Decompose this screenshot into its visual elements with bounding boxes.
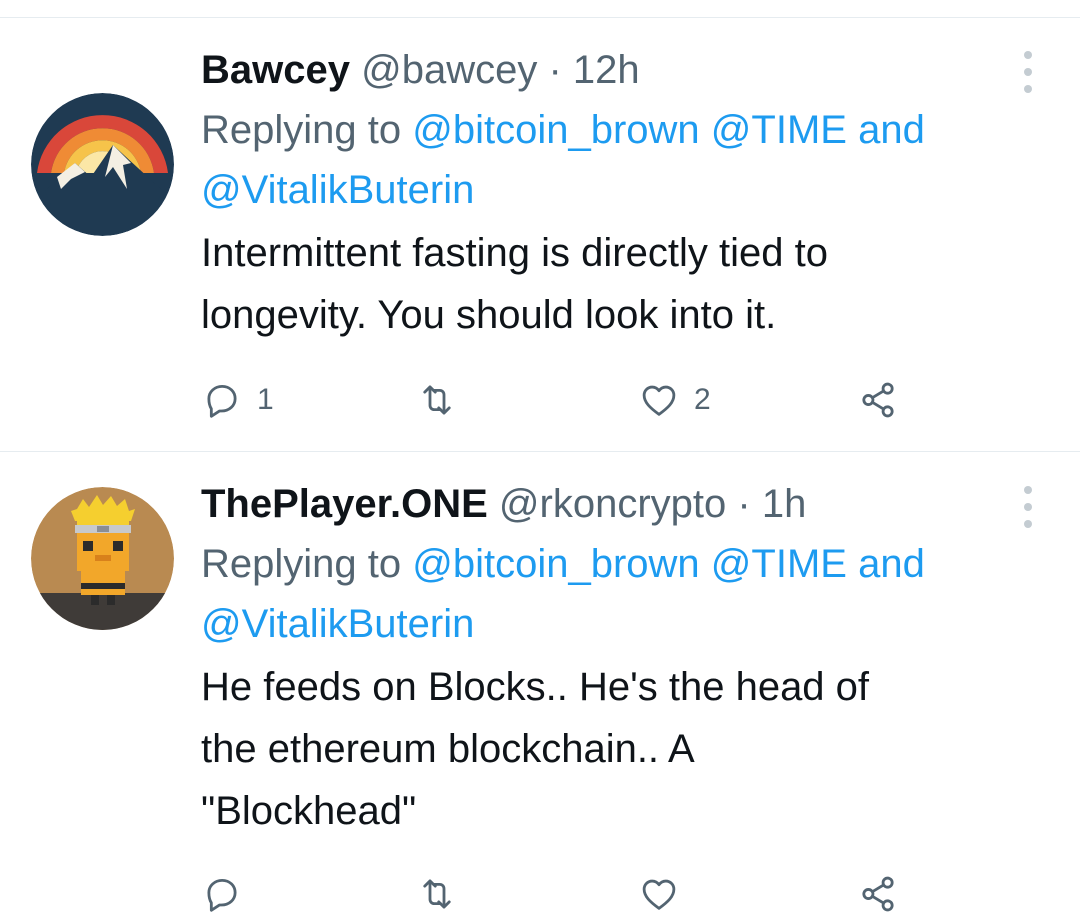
tweet-content: ThePlayer.ONE @rkoncrypto · 1h Replying … bbox=[201, 476, 1020, 842]
mention-link[interactable]: @VitalikButerin bbox=[201, 602, 474, 646]
replying-prefix: Replying to bbox=[201, 542, 402, 586]
share-button[interactable] bbox=[857, 378, 899, 422]
like-button[interactable]: 2 bbox=[638, 378, 711, 422]
more-options-button[interactable] bbox=[1022, 486, 1034, 528]
tweet-text-line: longevity. You should look into it. bbox=[201, 293, 777, 337]
tweet-text-line: the ethereum blockchain.. A bbox=[201, 727, 695, 771]
share-icon bbox=[862, 382, 894, 418]
replying-to: Replying to @bitcoin_brown @TIME and @Vi… bbox=[201, 534, 1020, 654]
share-button[interactable] bbox=[857, 872, 899, 916]
tweet[interactable]: ThePlayer.ONE @rkoncrypto · 1h Replying … bbox=[0, 452, 1080, 912]
heart-icon bbox=[642, 879, 676, 910]
display-name[interactable]: Bawcey bbox=[201, 48, 350, 92]
avatar[interactable] bbox=[31, 93, 174, 236]
user-handle[interactable]: @bawcey bbox=[361, 48, 537, 92]
replying-to: Replying to @bitcoin_brown @TIME and @Vi… bbox=[201, 100, 1020, 220]
mention-link[interactable]: @bitcoin_brown bbox=[412, 108, 699, 152]
display-name[interactable]: ThePlayer.ONE bbox=[201, 482, 488, 526]
retweet-icon bbox=[423, 879, 451, 909]
replying-prefix: Replying to bbox=[201, 108, 402, 152]
tweet-actions: 1 2 bbox=[201, 378, 921, 422]
mountain-sunset-icon bbox=[31, 93, 174, 236]
timestamp[interactable]: 1h bbox=[762, 482, 807, 526]
reply-button[interactable]: 1 bbox=[201, 378, 274, 422]
tweet-text: Intermittent fasting is directly tied to… bbox=[201, 222, 1020, 346]
more-dot bbox=[1024, 68, 1032, 76]
mention-link[interactable]: @TIME bbox=[711, 542, 847, 586]
reply-icon bbox=[207, 878, 237, 912]
tweet-text: He feeds on Blocks.. He's the head of th… bbox=[201, 656, 1020, 842]
pixel-ninja-icon bbox=[31, 487, 174, 630]
and-others-link[interactable]: and bbox=[858, 108, 925, 152]
reply-count: 1 bbox=[257, 383, 274, 416]
more-dot bbox=[1024, 85, 1032, 93]
avatar[interactable] bbox=[31, 487, 174, 630]
like-count: 2 bbox=[694, 383, 711, 416]
separator: · bbox=[737, 482, 751, 526]
reply-icon bbox=[207, 384, 237, 418]
more-dot bbox=[1024, 486, 1032, 494]
like-button[interactable] bbox=[638, 872, 680, 916]
mention-link[interactable]: @VitalikButerin bbox=[201, 168, 474, 212]
tweet[interactable]: Bawcey @bawcey · 12h Replying to @bitcoi… bbox=[0, 18, 1080, 451]
tweet-header: Bawcey @bawcey · 12h bbox=[201, 42, 1020, 98]
more-options-button[interactable] bbox=[1022, 51, 1034, 93]
separator: · bbox=[548, 48, 562, 92]
retweet-button[interactable] bbox=[416, 378, 472, 422]
mention-link[interactable]: @TIME bbox=[711, 108, 847, 152]
retweet-button[interactable] bbox=[416, 872, 458, 916]
tweet-actions bbox=[201, 872, 921, 916]
and-others-link[interactable]: and bbox=[858, 542, 925, 586]
tweet-content: Bawcey @bawcey · 12h Replying to @bitcoi… bbox=[201, 42, 1020, 346]
tweet-text-line: Intermittent fasting is directly tied to bbox=[201, 231, 828, 275]
share-icon bbox=[862, 876, 894, 912]
tweet-text-line: He feeds on Blocks.. He's the head of bbox=[201, 665, 870, 709]
more-dot bbox=[1024, 503, 1032, 511]
retweet-icon bbox=[423, 385, 451, 415]
more-dot bbox=[1024, 520, 1032, 528]
more-dot bbox=[1024, 51, 1032, 59]
reply-button[interactable] bbox=[201, 872, 243, 916]
timestamp[interactable]: 12h bbox=[573, 48, 640, 92]
tweet-header: ThePlayer.ONE @rkoncrypto · 1h bbox=[201, 476, 1020, 532]
user-handle[interactable]: @rkoncrypto bbox=[499, 482, 726, 526]
tweet-text-line: "Blockhead" bbox=[201, 789, 417, 833]
mention-link[interactable]: @bitcoin_brown bbox=[412, 542, 699, 586]
heart-icon bbox=[642, 385, 676, 416]
